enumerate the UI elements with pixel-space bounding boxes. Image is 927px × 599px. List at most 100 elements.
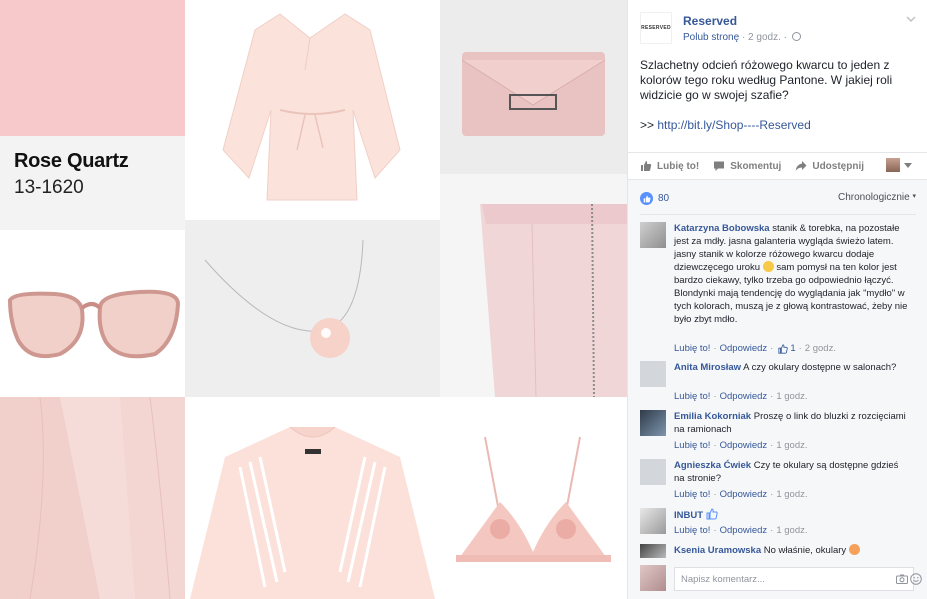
- share-icon: [795, 161, 807, 171]
- page-logo-text: RESERVED: [641, 25, 671, 31]
- skirt-photo[interactable]: [440, 174, 627, 397]
- comment-meta: Lubię to! · Odpowiedz · 1 godz.: [674, 489, 808, 500]
- comment-author[interactable]: Emilia Kokorniak: [674, 411, 751, 422]
- comment-time[interactable]: 1 godz.: [776, 391, 807, 402]
- comment-author[interactable]: Agnieszka Ćwiek: [674, 460, 751, 471]
- caret-down-icon: [904, 162, 912, 168]
- chevron-down-icon[interactable]: [906, 14, 916, 24]
- avatar[interactable]: [640, 544, 666, 558]
- likes-count: 80: [658, 193, 670, 204]
- skirt-illustration: [440, 174, 627, 397]
- comment-body: Emilia Kokorniak Proszę o link do bluzki…: [674, 410, 910, 436]
- avatar: [640, 565, 666, 591]
- dress-illustration: [0, 397, 185, 599]
- comment-author[interactable]: Ksenia Uramowska: [674, 545, 761, 556]
- avatar[interactable]: [640, 459, 666, 485]
- meta-separator: ·: [798, 343, 802, 354]
- clutch-illustration: [440, 0, 627, 174]
- comment-meta: Lubię to! · Odpowiedz · 1 · 2 godz.: [674, 343, 836, 354]
- post-meta: Polub stronę · 2 godz. ·: [683, 32, 801, 43]
- comment-author[interactable]: INBUT: [674, 510, 703, 521]
- share-label: Udostępnij: [812, 160, 865, 172]
- thumbs-up-icon: [641, 161, 652, 171]
- caret-down-icon: ▾: [912, 193, 916, 200]
- comment-time[interactable]: 1 godz.: [776, 489, 807, 500]
- avatar[interactable]: [640, 361, 666, 387]
- necklace-illustration: [185, 220, 440, 397]
- like-badge-icon: [640, 192, 653, 205]
- post-actions: Lubię to! Skomentuj Udostępnij: [628, 152, 927, 179]
- comment-body: INBUT: [674, 508, 910, 522]
- post-header: RESERVED Reserved Polub stronę · 2 godz.…: [628, 0, 927, 60]
- cutout-blouse-illustration: [185, 397, 440, 599]
- meta-separator: ·: [770, 343, 774, 354]
- comment-button[interactable]: Skomentuj: [713, 160, 781, 172]
- shop-link[interactable]: http://bit.ly/Shop----Reserved: [657, 118, 810, 132]
- smile-emoji-icon: [762, 261, 774, 272]
- comment-reply-link[interactable]: Odpowiedz: [720, 440, 768, 451]
- comment-reply-link[interactable]: Odpowiedz: [720, 489, 768, 500]
- avatar[interactable]: [640, 410, 666, 436]
- comments-section: 80 Chronologicznie ▾ Katarzyna Bobowska …: [628, 179, 927, 599]
- share-button[interactable]: Udostępnij: [795, 160, 864, 172]
- thumbs-up-icon: [706, 508, 718, 520]
- post-link-line: >> http://bit.ly/Shop----Reserved: [640, 118, 811, 132]
- likes-summary[interactable]: 80: [640, 192, 669, 205]
- comment-like-link[interactable]: Lubię to!: [674, 489, 710, 500]
- pearl-necklace-photo[interactable]: [185, 220, 440, 397]
- avatar[interactable]: [640, 508, 666, 534]
- like-button[interactable]: Lubię to!: [640, 160, 699, 172]
- meta-separator: ·: [713, 489, 717, 500]
- comment-body: Agnieszka Ćwiek Czy te okulary są dostęp…: [674, 459, 910, 485]
- meta-separator: ·: [770, 391, 774, 402]
- comment-text: A czy okulary dostępne w salonach?: [743, 362, 897, 373]
- blouse-illustration: [185, 0, 440, 220]
- comment-meta: Lubię to! · Odpowiedz · 1 godz.: [674, 391, 808, 402]
- comment-like-link[interactable]: Lubię to!: [674, 391, 710, 402]
- comment-time[interactable]: 1 godz.: [776, 440, 807, 451]
- emoji-icon[interactable]: [910, 573, 922, 585]
- comment-label: Skomentuj: [730, 160, 782, 172]
- meta-separator: ·: [713, 343, 717, 354]
- cutout-blouse-photo[interactable]: [185, 397, 440, 599]
- meta-separator: ·: [713, 440, 717, 451]
- comment-time[interactable]: 1 godz.: [776, 525, 807, 536]
- comment-likes-count[interactable]: 1: [790, 343, 795, 354]
- rose-quartz-color-swatch: [0, 0, 185, 136]
- bralette-illustration: [440, 397, 627, 599]
- meta-separator: ·: [770, 525, 774, 536]
- avatar[interactable]: [640, 222, 666, 248]
- comment-reply-link[interactable]: Odpowiedz: [720, 343, 768, 354]
- comment-time[interactable]: 2 godz.: [805, 343, 836, 354]
- post-panel: RESERVED Reserved Polub stronę · 2 godz.…: [627, 0, 927, 599]
- post-time[interactable]: 2 godz.: [748, 32, 781, 43]
- swatch-name: Rose Quartz: [14, 150, 129, 172]
- camera-icon[interactable]: [896, 574, 908, 584]
- sort-dropdown[interactable]: Chronologicznie ▾: [838, 192, 916, 203]
- heart-eyes-emoji-icon: [848, 544, 860, 555]
- meta-separator: ·: [713, 391, 717, 402]
- page-name-link[interactable]: Reserved: [683, 14, 737, 28]
- clutch-bag-photo[interactable]: [440, 0, 627, 174]
- comment-reply-link[interactable]: Odpowiedz: [720, 391, 768, 402]
- comment-reply-link[interactable]: Odpowiedz: [720, 525, 768, 536]
- sunglasses-photo[interactable]: [0, 230, 185, 396]
- like-label: Lubię to!: [657, 160, 700, 172]
- sunglasses-illustration: [0, 230, 185, 396]
- like-page-link[interactable]: Polub stronę: [683, 32, 739, 43]
- page-logo[interactable]: RESERVED: [640, 12, 672, 44]
- blouse-photo[interactable]: [185, 0, 440, 220]
- post-as-selector[interactable]: [886, 158, 912, 172]
- comment-like-link[interactable]: Lubię to!: [674, 525, 710, 536]
- dress-photo[interactable]: [0, 397, 185, 599]
- lace-bralette-photo[interactable]: [440, 397, 627, 599]
- comment-like-link[interactable]: Lubię to!: [674, 343, 710, 354]
- comment-like-link[interactable]: Lubię to!: [674, 440, 710, 451]
- comment-body: Katarzyna Bobowska stanik & torebka, na …: [674, 222, 910, 326]
- comment-meta: Lubię to! · Odpowiedz · 1 godz.: [674, 525, 808, 536]
- comment-author[interactable]: Katarzyna Bobowska: [674, 223, 770, 234]
- meta-separator: ·: [770, 440, 774, 451]
- comment-body: Ksenia Uramowska No właśnie, okulary: [674, 544, 910, 557]
- comment-author[interactable]: Anita Mirosław: [674, 362, 741, 373]
- comment-input[interactable]: [674, 567, 914, 591]
